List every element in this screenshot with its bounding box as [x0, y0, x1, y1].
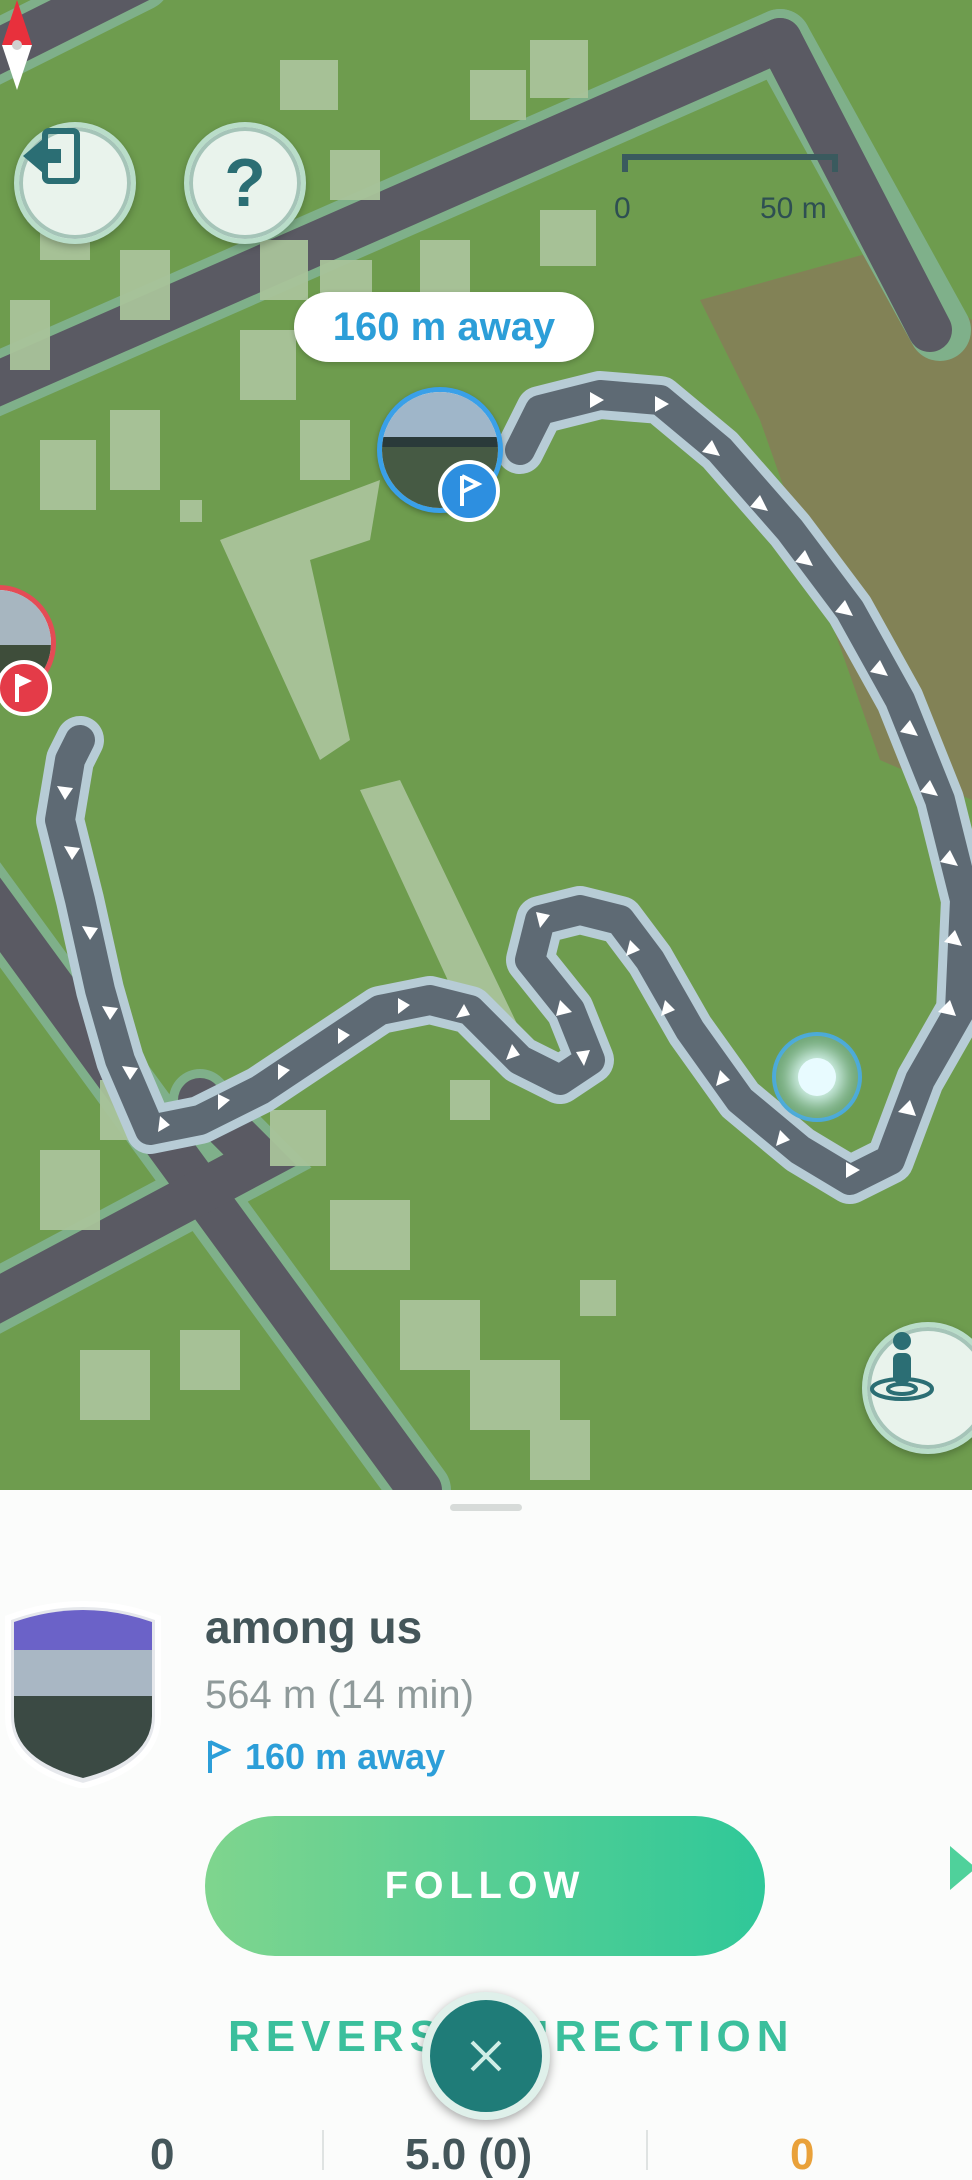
person-pin-icon [870, 1332, 934, 1401]
scale-max-label: 50 m [760, 192, 827, 225]
route-stats: 0 5.0 (0) 0 [0, 2130, 972, 2179]
compass-icon[interactable] [0, 0, 34, 90]
red-flag-icon [0, 660, 52, 716]
next-route-arrow-icon[interactable] [950, 1846, 972, 1890]
exit-icon [23, 128, 80, 184]
close-button[interactable] [422, 1992, 550, 2120]
flag-icon [208, 1740, 231, 1773]
route-away-label: 160 m away [245, 1736, 446, 1777]
map-view[interactable]: ? 0 50 m 160 m away [0, 0, 972, 1490]
route-length: 564 m (14 min) [205, 1673, 474, 1717]
follow-button[interactable]: FOLLOW [205, 1816, 765, 1956]
stat-rating: 5.0 (0) [405, 2130, 533, 2179]
stat-value: 0 [790, 2130, 815, 2179]
route-distance-away: 160 m away [205, 1736, 445, 1778]
stat-value: 0 [150, 2130, 175, 2179]
help-button[interactable]: ? [184, 122, 306, 244]
exit-button[interactable] [14, 122, 136, 244]
distance-pill: 160 m away [294, 292, 594, 362]
map-scale: 0 50 m [614, 150, 842, 230]
start-flag-icon [438, 460, 500, 522]
help-label: ? [224, 145, 266, 221]
sheet-handle[interactable] [450, 1504, 522, 1511]
close-icon [470, 2040, 502, 2072]
route-badge [5, 1601, 161, 1788]
scale-zero-label: 0 [614, 192, 631, 225]
player-location [772, 1032, 862, 1122]
route-name: among us [205, 1601, 423, 1653]
